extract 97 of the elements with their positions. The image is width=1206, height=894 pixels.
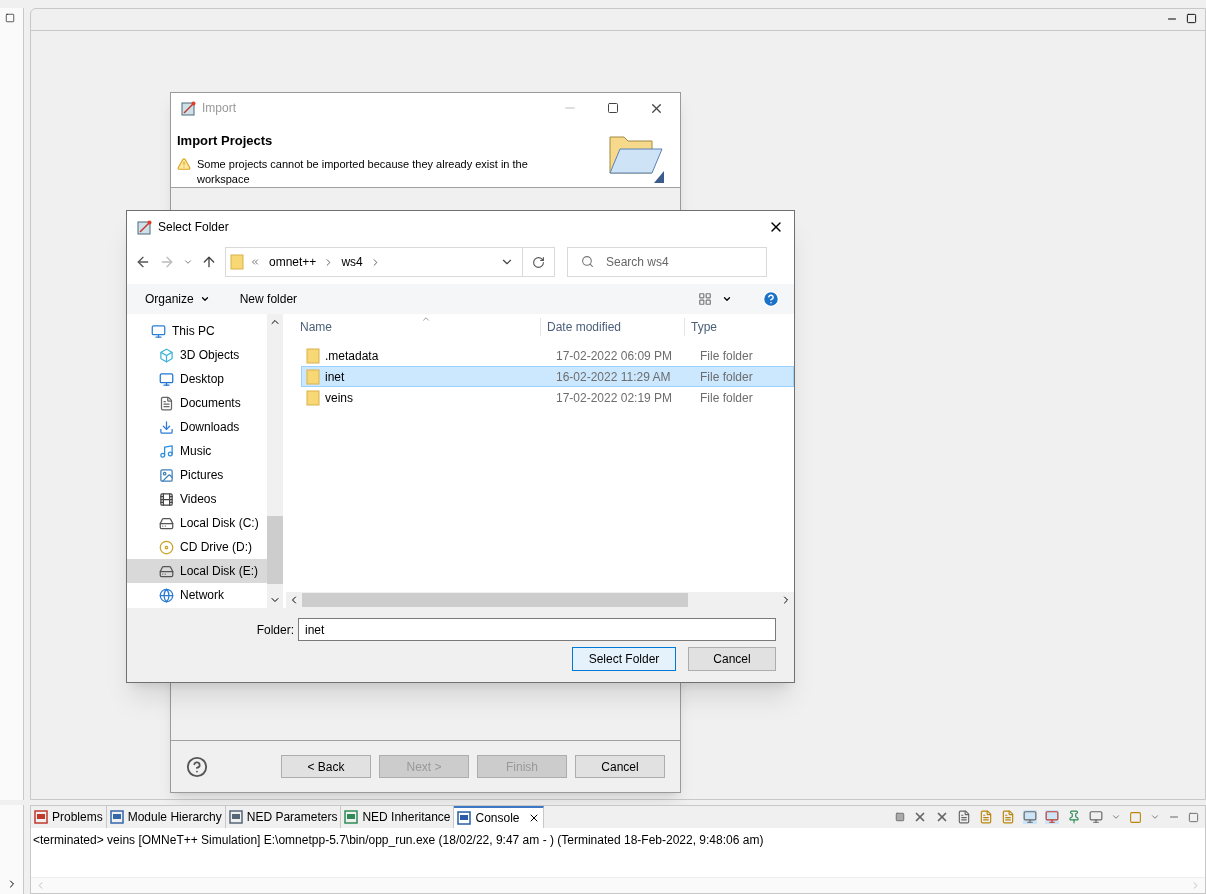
date-modified: 17-02-2022 02:19 PM <box>556 389 674 407</box>
music-note-icon <box>159 443 174 459</box>
view-icon <box>109 810 124 824</box>
folder-icon <box>306 368 320 385</box>
breadcrumb-item[interactable]: omnet++ <box>266 253 320 271</box>
app-icon <box>181 100 196 116</box>
folder-input[interactable]: inet <box>298 618 776 641</box>
wizard-button[interactable]: Cancel <box>575 755 665 778</box>
remove-all-icon[interactable] <box>935 810 949 824</box>
view-icon <box>34 810 48 824</box>
document-icon <box>159 395 174 411</box>
up-arrow-icon[interactable] <box>201 254 217 270</box>
film-icon <box>159 491 174 507</box>
new-console-icon[interactable] <box>1129 810 1142 824</box>
nav-item[interactable]: Videos <box>127 487 267 511</box>
scroll-lock-icon[interactable] <box>979 810 993 824</box>
drive-icon <box>159 515 174 531</box>
column-header[interactable]: Date modified <box>541 318 685 336</box>
view-options-icon[interactable] <box>698 292 712 306</box>
column-header[interactable]: Name <box>286 318 541 336</box>
console-output: <terminated> veins [OMNeT++ Simulation] E:\omnetpp-5.7\bin/opp_run.exe (18/02/22, 9:47 am - ) (Terminated 18-Feb-2022, 9:48:06 am) <box>33 833 764 847</box>
app-icon <box>137 219 152 235</box>
folder-icon <box>230 254 244 270</box>
select-folder-button[interactable]: Select Folder <box>572 647 676 671</box>
disc-icon <box>159 539 174 555</box>
warning-icon <box>177 156 191 171</box>
page-heading: Import Projects <box>177 132 274 150</box>
overflow-chevron-icon[interactable] <box>250 257 260 267</box>
nav-item[interactable]: Local Disk (C:) <box>127 511 267 535</box>
nav-item[interactable]: Network <box>127 583 267 607</box>
file-name: inet <box>325 368 345 386</box>
address-bar[interactable]: omnet++ ws4 <box>225 247 555 277</box>
view-tab[interactable]: Problems <box>31 806 107 828</box>
nav-item[interactable]: Local Disk (E:) <box>127 559 267 583</box>
network-icon <box>159 587 174 603</box>
window-title: Import <box>202 100 236 117</box>
cube-icon <box>159 347 174 363</box>
wizard-button[interactable]: < Back <box>281 755 371 778</box>
date-modified: 17-02-2022 06:09 PM <box>556 347 674 365</box>
search-icon <box>581 255 594 268</box>
nav-item[interactable]: This PC <box>127 319 267 343</box>
date-modified: 16-02-2022 11:29 AM <box>556 368 672 386</box>
recent-dropdown-icon[interactable] <box>183 257 193 267</box>
refresh-icon[interactable] <box>532 255 545 269</box>
view-icon <box>457 811 472 825</box>
folder-label: Folder: <box>256 621 294 639</box>
column-header[interactable]: Type <box>685 318 717 336</box>
dropdown-icon[interactable] <box>722 294 732 304</box>
nav-item[interactable]: 3D Objects <box>127 343 267 367</box>
stop-icon[interactable] <box>895 812 905 822</box>
folder-icon <box>306 347 320 364</box>
breadcrumb-item[interactable]: ws4 <box>338 253 366 271</box>
pin-icon[interactable] <box>1067 810 1081 824</box>
folder-icon <box>306 389 320 406</box>
view-tab[interactable]: Console <box>454 806 544 828</box>
file-type: File folder <box>700 368 753 386</box>
download-icon <box>159 419 174 435</box>
file-row[interactable]: inet 16-02-2022 11:29 AM File folder <box>301 366 794 387</box>
word-wrap-icon[interactable] <box>1001 810 1015 824</box>
nav-item[interactable]: Music <box>127 439 267 463</box>
file-type: File folder <box>700 389 753 407</box>
file-type: File folder <box>700 347 753 365</box>
file-row[interactable]: veins 17-02-2022 02:19 PM File folder <box>301 387 794 408</box>
warning-message: Some projects cannot be imported because they already exist in the workspace <box>197 156 529 187</box>
nav-item[interactable]: Desktop <box>127 367 267 391</box>
help-icon[interactable] <box>186 755 208 778</box>
view-tab[interactable]: NED Inheritance <box>341 806 455 828</box>
drive-icon <box>159 563 174 579</box>
maximize-icon[interactable] <box>607 102 619 114</box>
nav-item[interactable]: Downloads <box>127 415 267 439</box>
show-error-icon[interactable] <box>1045 810 1059 824</box>
caret-icon <box>199 294 210 304</box>
remove-icon[interactable] <box>913 810 927 824</box>
organize-menu[interactable]: Organize <box>145 290 210 308</box>
nav-item[interactable]: CD Drive (D:) <box>127 535 267 559</box>
picture-icon <box>159 467 174 483</box>
maximize-icon[interactable] <box>1186 13 1197 24</box>
file-row[interactable]: .metadata 17-02-2022 06:09 PM File folder <box>301 345 794 366</box>
clear-console-icon[interactable] <box>957 810 971 824</box>
nav-item[interactable]: Documents <box>127 391 267 415</box>
scrollbar-thumb[interactable] <box>302 593 688 607</box>
monitor-icon <box>151 323 166 339</box>
scrollbar-thumb[interactable] <box>267 516 283 584</box>
window-title: Select Folder <box>158 219 229 236</box>
desktop-icon <box>159 371 174 387</box>
view-icon <box>344 810 359 824</box>
new-folder-button[interactable]: New folder <box>239 290 298 308</box>
vertical-scrollbar[interactable] <box>267 314 283 608</box>
display-console-icon[interactable] <box>1089 810 1103 824</box>
nav-item[interactable]: Pictures <box>127 463 267 487</box>
file-name: .metadata <box>325 347 379 365</box>
cancel-button[interactable]: Cancel <box>688 647 776 671</box>
show-output-icon[interactable] <box>1023 810 1037 824</box>
search-field[interactable]: Search ws4 <box>567 247 767 277</box>
file-name: veins <box>325 389 353 407</box>
view-icon <box>228 810 243 824</box>
restore-icon[interactable] <box>5 13 15 23</box>
